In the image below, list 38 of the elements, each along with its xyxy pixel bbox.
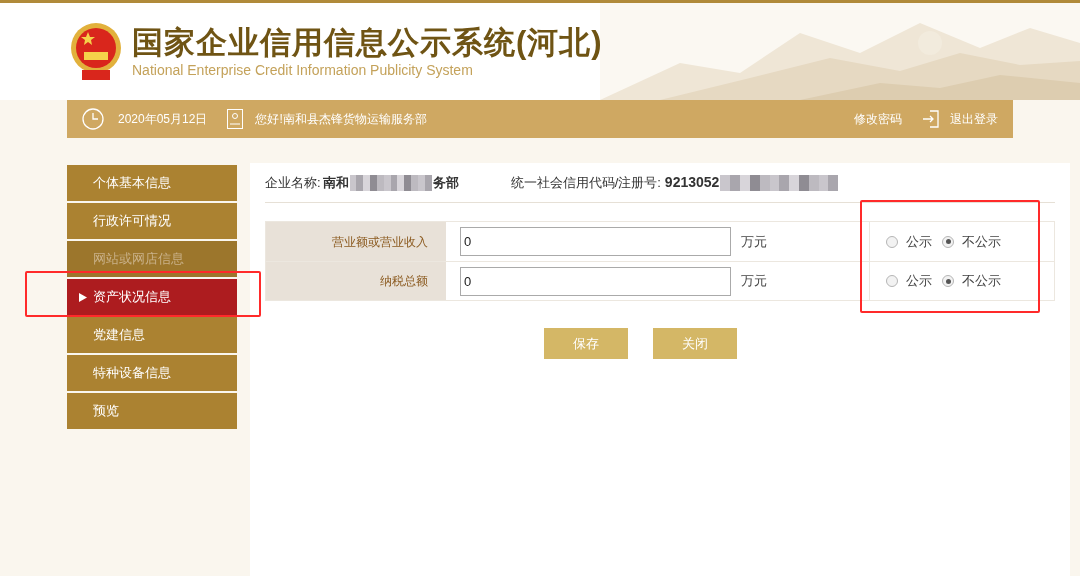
- emblem-icon: [70, 21, 122, 82]
- sidebar-item[interactable]: 党建信息: [67, 317, 237, 353]
- radio-label: 公示: [906, 232, 932, 251]
- triangle-icon: [79, 292, 87, 302]
- radio-label: 公示: [906, 272, 932, 291]
- company-name-label: 企业名称:: [265, 173, 321, 192]
- credit-code-value: 9213052: [664, 173, 720, 192]
- radio-label: 不公示: [962, 232, 1001, 251]
- sidebar-item[interactable]: 特种设备信息: [67, 355, 237, 391]
- radio-label: 不公示: [962, 272, 1001, 291]
- date-text: 2020年05月12日: [118, 111, 208, 128]
- credit-code-label: 统一社会信用代码/注册号:: [510, 173, 661, 192]
- close-button[interactable]: 关闭: [652, 328, 737, 359]
- sidebar-item[interactable]: 个体基本信息: [67, 165, 237, 201]
- site-title: 国家企业信用信息公示系统(河北): [132, 24, 603, 61]
- radio-button[interactable]: [942, 235, 954, 248]
- unit-label: 万元: [741, 272, 767, 291]
- user-card-icon: [227, 109, 244, 129]
- site-subtitle: National Enterprise Credit Information Publicity System: [132, 60, 474, 79]
- radio-button[interactable]: [942, 275, 954, 287]
- sidebar-item[interactable]: 预览: [67, 393, 237, 429]
- radio-button[interactable]: [886, 235, 898, 248]
- clock-icon: [82, 108, 104, 130]
- greeting-text: 您好!南和县杰锋货物运输服务部: [255, 111, 427, 128]
- company-name-value: 务部: [432, 173, 459, 192]
- change-password-link[interactable]: 修改密码: [854, 110, 902, 128]
- field-label: 纳税总额: [266, 262, 446, 300]
- amount-input[interactable]: 0: [460, 267, 731, 296]
- radio-button[interactable]: [886, 275, 898, 287]
- field-label: 营业额或营业收入: [266, 222, 446, 261]
- sidebar-item[interactable]: 行政许可情况: [67, 203, 237, 239]
- logout-link[interactable]: 退出登录: [922, 110, 998, 128]
- logout-icon: [922, 110, 940, 128]
- unit-label: 万元: [741, 232, 767, 251]
- company-name-value: 南和: [322, 173, 349, 192]
- sidebar-item[interactable]: 资产状况信息: [67, 279, 237, 315]
- save-button[interactable]: 保存: [543, 328, 628, 359]
- amount-input[interactable]: 0: [460, 227, 731, 256]
